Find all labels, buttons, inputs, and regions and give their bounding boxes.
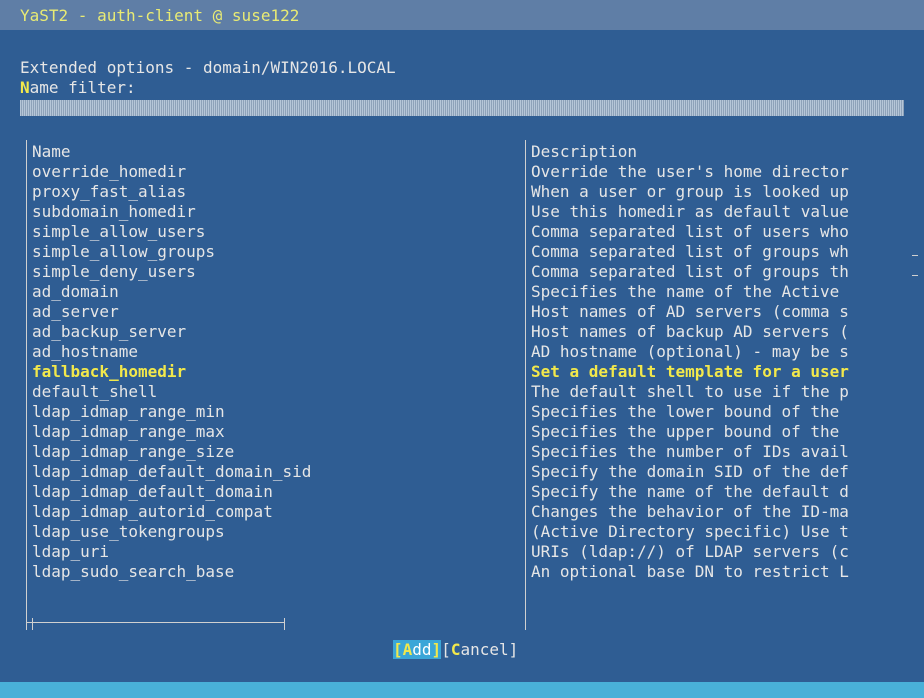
table-row-name[interactable]: ldap_idmap_autorid_compat: [32, 502, 532, 522]
options-table[interactable]: Name override_homedir proxy_fast_alias sub…: [26, 140, 918, 636]
table-row-description[interactable]: Comma separated list of groups th: [531, 262, 917, 282]
dialog-heading: Extended options - domain/WIN2016.LOCAL: [20, 58, 396, 77]
table-row-description[interactable]: The default shell to use if the p: [531, 382, 917, 402]
table-row-description[interactable]: Specifies the name of the Active: [531, 282, 917, 302]
window-title: YaST2 - auth-client @ suse122: [20, 6, 300, 25]
table-row-name[interactable]: ad_backup_server: [32, 322, 532, 342]
name-filter-hotkey: N: [20, 78, 30, 97]
table-row-name[interactable]: override_homedir: [32, 162, 532, 182]
table-row-name[interactable]: ldap_idmap_range_size: [32, 442, 532, 462]
table-row-description[interactable]: When a user or group is looked up: [531, 182, 917, 202]
column-description: Description Override the user's home dir…: [531, 142, 917, 582]
dialog-buttons: [Add][Cancel]: [393, 640, 518, 660]
table-row-name[interactable]: ad_server: [32, 302, 532, 322]
status-bar: [0, 682, 924, 698]
table-row-name[interactable]: ldap_idmap_default_domain_sid: [32, 462, 532, 482]
table-row-description[interactable]: Comma separated list of groups wh: [531, 242, 917, 262]
table-row-name[interactable]: ldap_idmap_default_domain: [32, 482, 532, 502]
table-row-name[interactable]: ldap_use_tokengroups: [32, 522, 532, 542]
add-button[interactable]: [Add]: [393, 640, 442, 659]
table-row-name[interactable]: ad_hostname: [32, 342, 532, 362]
table-row-name[interactable]: simple_deny_users: [32, 262, 532, 282]
table-row-description[interactable]: Override the user's home director: [531, 162, 917, 182]
table-row-name[interactable]: ad_domain: [32, 282, 532, 302]
table-row-description[interactable]: Specifies the upper bound of the: [531, 422, 917, 442]
table-row-description[interactable]: Specifies the lower bound of the: [531, 402, 917, 422]
table-row-description[interactable]: Set a default template for a user: [531, 362, 917, 382]
table-row-name[interactable]: ldap_idmap_range_max: [32, 422, 532, 442]
table-row-name[interactable]: simple_allow_users: [32, 222, 532, 242]
name-filter-label: Name filter:: [20, 78, 136, 98]
table-row-description[interactable]: Specify the name of the default d: [531, 482, 917, 502]
table-row-name[interactable]: ldap_sudo_search_base: [32, 562, 532, 582]
table-row-description[interactable]: Comma separated list of users who: [531, 222, 917, 242]
table-row-description[interactable]: Use this homedir as default value: [531, 202, 917, 222]
table-row-description[interactable]: (Active Directory specific) Use t: [531, 522, 917, 542]
table-row-description[interactable]: AD hostname (optional) - may be s: [531, 342, 917, 362]
table-row-name[interactable]: subdomain_homedir: [32, 202, 532, 222]
column-header-description: Description: [531, 142, 637, 161]
table-row-name[interactable]: ldap_uri: [32, 542, 532, 562]
table-row-description[interactable]: Specify the domain SID of the def: [531, 462, 917, 482]
column-header-name: Name: [32, 142, 71, 161]
table-row-description[interactable]: Changes the behavior of the ID-ma: [531, 502, 917, 522]
window-titlebar: YaST2 - auth-client @ suse122: [0, 0, 924, 30]
column-name: Name override_homedir proxy_fast_alias sub…: [32, 142, 532, 582]
table-row-name[interactable]: proxy_fast_alias: [32, 182, 532, 202]
table-row-description[interactable]: Host names of backup AD servers (: [531, 322, 917, 342]
name-filter-input[interactable]: [20, 100, 904, 116]
table-row-name[interactable]: fallback_homedir: [32, 362, 532, 382]
table-row-name[interactable]: simple_allow_groups: [32, 242, 532, 262]
table-row-name[interactable]: ldap_idmap_range_min: [32, 402, 532, 422]
cancel-button[interactable]: [Cancel]: [441, 640, 518, 659]
name-filter-label-text: ame filter:: [29, 78, 136, 97]
table-row-description[interactable]: URIs (ldap://) of LDAP servers (c: [531, 542, 917, 562]
table-row-description[interactable]: Specifies the number of IDs avail: [531, 442, 917, 462]
table-row-description[interactable]: An optional base DN to restrict L: [531, 562, 917, 582]
table-row-description[interactable]: Host names of AD servers (comma s: [531, 302, 917, 322]
table-row-name[interactable]: default_shell: [32, 382, 532, 402]
